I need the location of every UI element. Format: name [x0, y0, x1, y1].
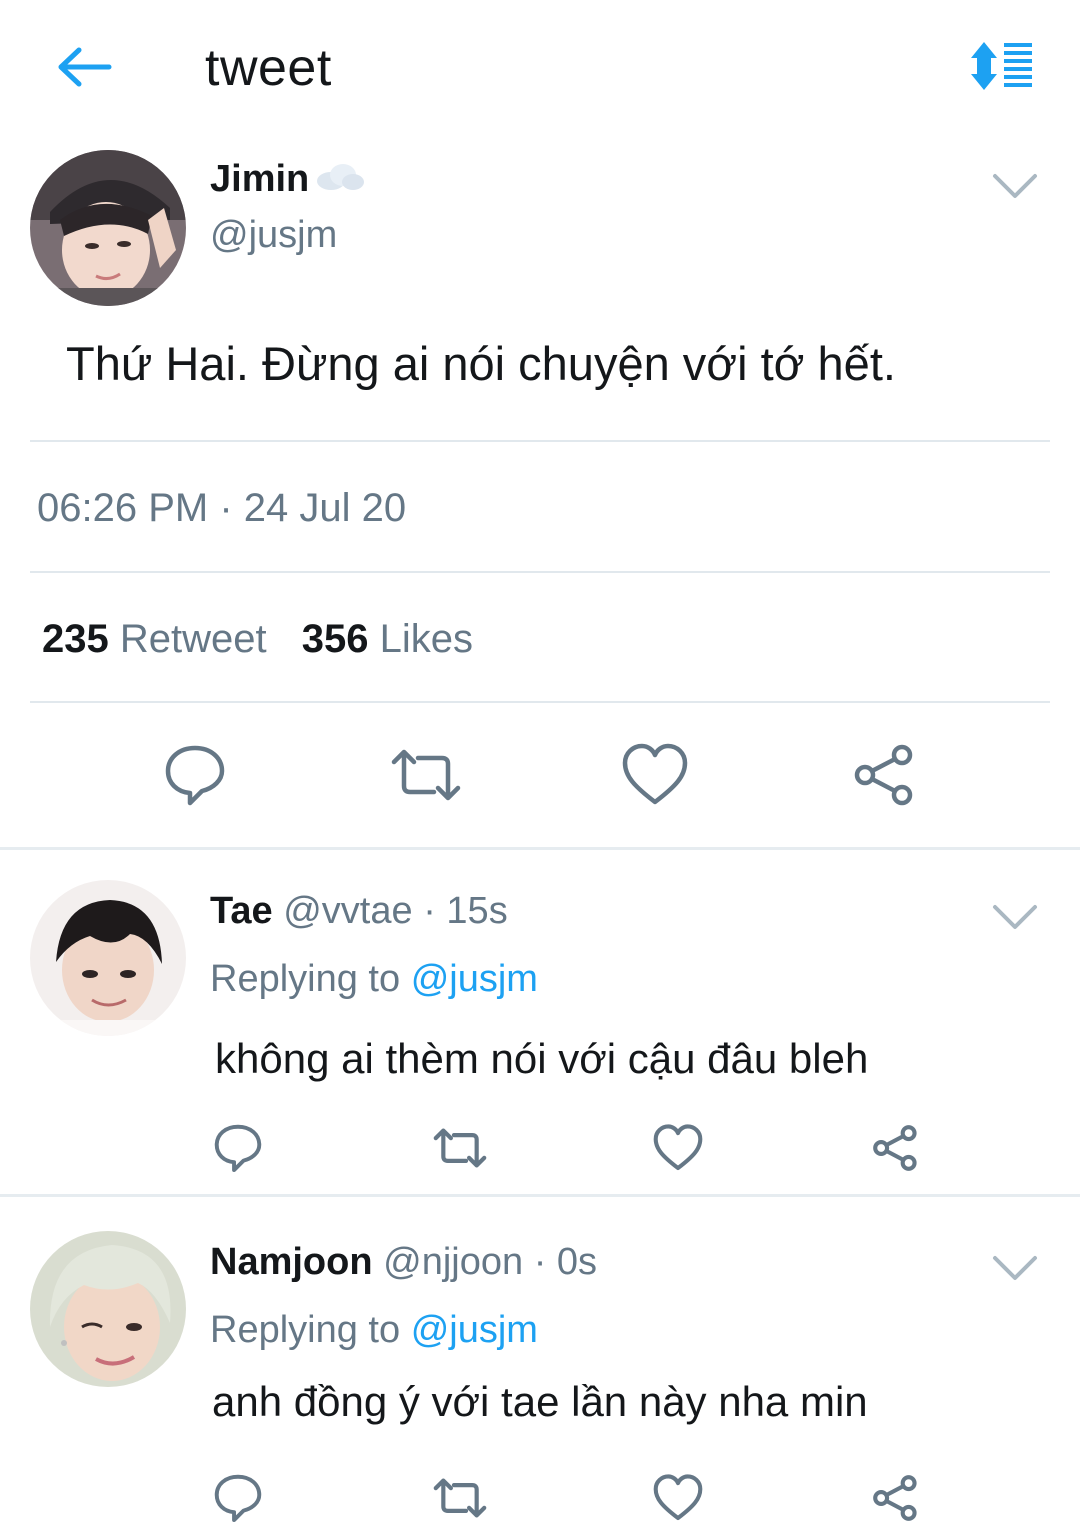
retweet-icon: [391, 749, 461, 801]
reply-avatar[interactable]: [30, 880, 186, 1036]
author-avatar[interactable]: [30, 150, 186, 306]
replying-label: Replying to: [210, 1309, 401, 1351]
share-button[interactable]: [868, 1470, 924, 1526]
tweet-options-button[interactable]: [990, 166, 1040, 206]
reply-text: anh đồng ý với tae lần này nha min: [212, 1378, 868, 1425]
reply-header: Namjoon @njjoon · 0s: [210, 1241, 597, 1284]
retweet-count[interactable]: 235: [42, 617, 109, 661]
reply-options-button[interactable]: [990, 1248, 1040, 1288]
heart-icon: [622, 743, 688, 805]
arrow-left-icon: [58, 47, 112, 87]
retweet-button[interactable]: [430, 1470, 490, 1526]
share-icon: [873, 1125, 917, 1171]
tweet-stats: 235 Retweet 356 Likes: [42, 617, 473, 662]
share-button[interactable]: [868, 1120, 924, 1176]
divider: [30, 701, 1050, 703]
reply-button[interactable]: [210, 1470, 266, 1526]
reply-separator: ·: [423, 890, 436, 932]
heart-icon: [653, 1474, 703, 1521]
replying-to: Replying to @jusjm: [210, 958, 538, 1001]
heart-icon: [653, 1124, 703, 1171]
reply-text: không ai thèm nói với cậu đâu bleh: [215, 1035, 869, 1082]
retweet-icon: [433, 1478, 487, 1518]
reply-header: Tae @vvtae · 15s: [210, 890, 508, 933]
chevron-down-icon: [993, 905, 1037, 929]
section-divider: [0, 1194, 1080, 1197]
like-button[interactable]: [650, 1470, 706, 1526]
like-label[interactable]: Likes: [380, 617, 473, 661]
replying-label: Replying to: [210, 958, 401, 1000]
replying-to: Replying to @jusjm: [210, 1309, 538, 1352]
top-bar: tweet: [0, 0, 1080, 130]
tweet-timestamp: 06:26 PM · 24 Jul 20: [37, 486, 407, 530]
like-button[interactable]: [620, 742, 690, 808]
divider: [30, 571, 1050, 573]
reply-author-name[interactable]: Namjoon: [210, 1241, 373, 1283]
share-icon: [873, 1475, 917, 1521]
replying-mention[interactable]: @jusjm: [411, 1309, 538, 1351]
replying-mention[interactable]: @jusjm: [411, 958, 538, 1000]
reply-options-button[interactable]: [990, 897, 1040, 937]
author-handle[interactable]: @jusjm: [210, 214, 337, 257]
back-button[interactable]: [55, 42, 115, 92]
sort-list-icon: [971, 42, 1032, 90]
comment-icon: [214, 1474, 262, 1523]
retweet-icon: [433, 1128, 487, 1168]
reply-author-name[interactable]: Tae: [210, 890, 273, 932]
retweet-label[interactable]: Retweet: [120, 617, 267, 661]
reply-avatar[interactable]: [30, 1231, 186, 1387]
retweet-button[interactable]: [388, 742, 464, 808]
reply-author-handle[interactable]: @vvtae: [283, 890, 412, 932]
reply-button[interactable]: [210, 1120, 266, 1176]
divider: [30, 440, 1050, 442]
share-icon: [854, 744, 913, 806]
reply-separator: ·: [533, 1241, 547, 1283]
page-title: tweet: [205, 39, 332, 97]
comment-icon: [214, 1124, 262, 1173]
comment-icon: [165, 745, 225, 806]
chevron-down-icon: [993, 174, 1037, 198]
chevron-down-icon: [993, 1256, 1037, 1280]
author-name-text: Jimin: [210, 158, 310, 200]
retweet-button[interactable]: [430, 1120, 490, 1176]
sort-button[interactable]: [966, 38, 1038, 94]
share-button[interactable]: [850, 742, 920, 808]
cloud-icon: [313, 158, 365, 201]
reply-button[interactable]: [160, 740, 230, 810]
reply-author-handle[interactable]: @njjoon: [383, 1241, 523, 1283]
section-divider: [0, 847, 1080, 850]
like-button[interactable]: [650, 1120, 706, 1176]
reply-time: 15s: [446, 890, 508, 932]
author-name[interactable]: Jimin: [210, 158, 365, 201]
tweet-text: Thứ Hai. Đừng ai nói chuyện với tớ hết.: [66, 337, 896, 390]
reply-time: 0s: [556, 1241, 598, 1283]
like-count[interactable]: 356: [302, 617, 369, 661]
